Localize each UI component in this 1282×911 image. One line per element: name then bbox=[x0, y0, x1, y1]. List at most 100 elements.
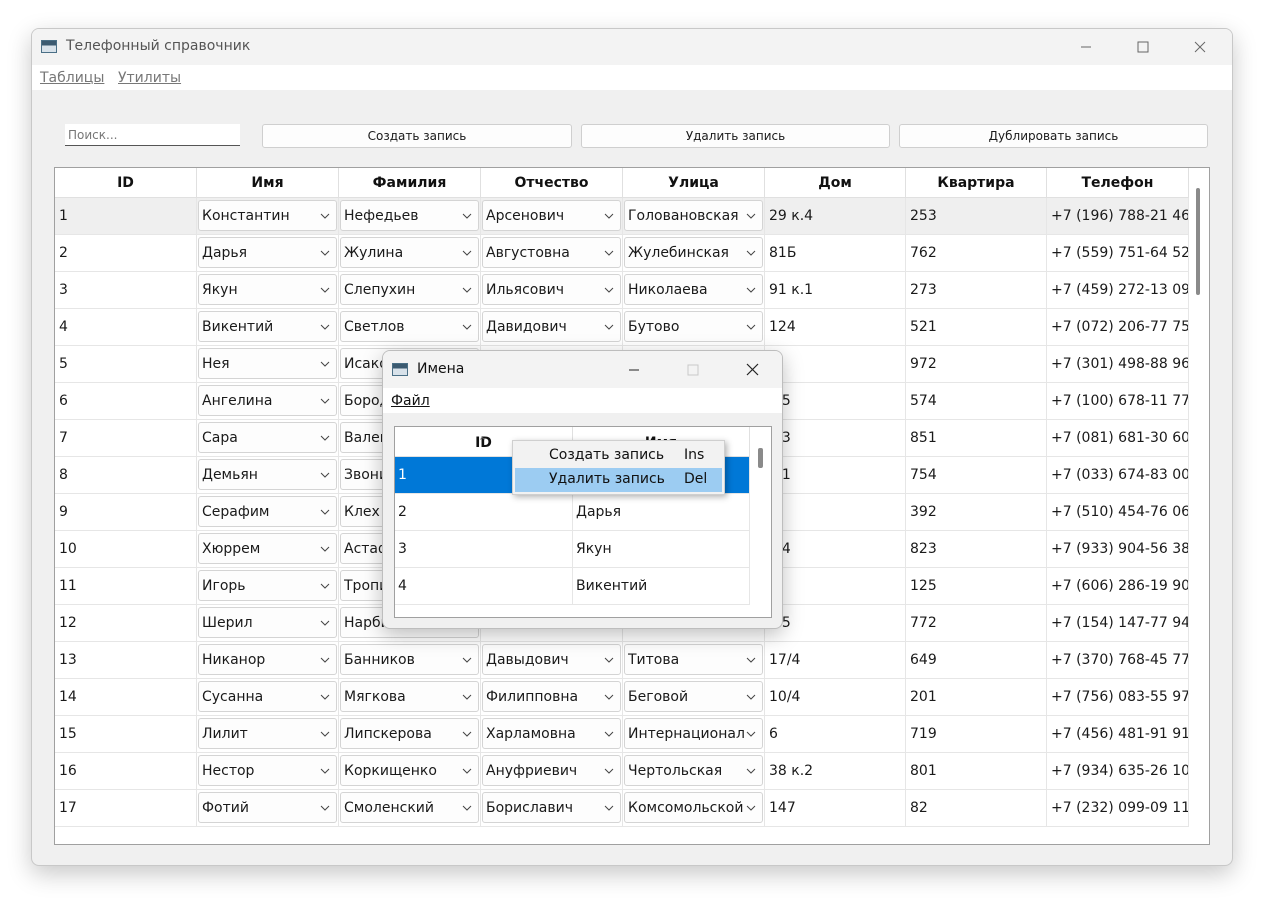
dialog-minimize-button[interactable] bbox=[611, 351, 657, 388]
street-cell[interactable]: Голованoвская bbox=[623, 198, 765, 235]
combo-box[interactable]: Серафим bbox=[198, 496, 337, 527]
id-cell[interactable]: 3 bbox=[55, 272, 197, 309]
combo-box[interactable]: Чертольская bbox=[624, 755, 763, 786]
combo-box[interactable]: Филипповна bbox=[482, 681, 621, 712]
first-name-cell[interactable]: Ангелина bbox=[197, 383, 339, 420]
house-cell[interactable]: /1 bbox=[765, 568, 906, 605]
patronymic-cell[interactable]: Ануфриевич bbox=[481, 753, 623, 790]
phone-cell[interactable]: +7 (510) 454-76 06 bbox=[1047, 494, 1189, 531]
first-name-cell[interactable]: Нестор bbox=[197, 753, 339, 790]
house-cell[interactable]: 38 к.2 bbox=[765, 753, 906, 790]
house-cell[interactable]: к.5 bbox=[765, 605, 906, 642]
column-header-patronymic[interactable]: Отчество bbox=[481, 168, 623, 198]
id-cell[interactable]: 2 bbox=[55, 235, 197, 272]
maximize-button[interactable] bbox=[1120, 29, 1166, 65]
combo-box[interactable]: Ангелина bbox=[198, 385, 337, 416]
combo-box[interactable]: Липскерова bbox=[340, 718, 479, 749]
first-name-cell[interactable]: Якун bbox=[197, 272, 339, 309]
street-cell[interactable]: Интернационал bbox=[623, 716, 765, 753]
combo-box[interactable]: Светлов bbox=[340, 311, 479, 342]
apartment-cell[interactable]: 719 bbox=[906, 716, 1047, 753]
combo-box[interactable]: Голованoвская bbox=[624, 200, 763, 231]
patronymic-cell[interactable]: Давыдович bbox=[481, 642, 623, 679]
combo-box[interactable]: Интернационал bbox=[624, 718, 763, 749]
house-cell[interactable]: к.3 bbox=[765, 420, 906, 457]
patronymic-cell[interactable]: Августовна bbox=[481, 235, 623, 272]
first-name-cell[interactable]: Сусанна bbox=[197, 679, 339, 716]
column-header-first-name[interactable]: Имя bbox=[197, 168, 339, 198]
combo-box[interactable]: Сусанна bbox=[198, 681, 337, 712]
id-cell[interactable]: 16 bbox=[55, 753, 197, 790]
title-bar[interactable]: Телефонный справочник bbox=[32, 29, 1232, 65]
combo-box[interactable]: Смоленский bbox=[340, 792, 479, 823]
combo-box[interactable]: Никанор bbox=[198, 644, 337, 675]
combo-box[interactable]: Бутово bbox=[624, 311, 763, 342]
last-name-cell[interactable]: Смоленский bbox=[339, 790, 481, 827]
apartment-cell[interactable]: 125 bbox=[906, 568, 1047, 605]
combo-box[interactable]: Харламовна bbox=[482, 718, 621, 749]
id-cell[interactable]: 17 bbox=[55, 790, 197, 827]
combo-box[interactable]: Жулебинская bbox=[624, 237, 763, 268]
house-cell[interactable]: к.1 bbox=[765, 457, 906, 494]
last-name-cell[interactable]: Липскерова bbox=[339, 716, 481, 753]
apartment-cell[interactable]: 972 bbox=[906, 346, 1047, 383]
menu-tables[interactable]: Таблицы bbox=[40, 70, 104, 86]
apartment-cell[interactable]: 762 bbox=[906, 235, 1047, 272]
column-header-last-name[interactable]: Фамилия bbox=[339, 168, 481, 198]
id-cell[interactable]: 11 bbox=[55, 568, 197, 605]
column-header-house[interactable]: Дом bbox=[765, 168, 906, 198]
first-name-cell[interactable]: Фотий bbox=[197, 790, 339, 827]
column-header-phone[interactable]: Телефон bbox=[1047, 168, 1189, 198]
combo-box[interactable]: Нестор bbox=[198, 755, 337, 786]
street-cell[interactable]: Бутово bbox=[623, 309, 765, 346]
combo-box[interactable]: Игорь bbox=[198, 570, 337, 601]
scrollbar-thumb[interactable] bbox=[758, 448, 763, 468]
id-cell[interactable]: 4 bbox=[55, 309, 197, 346]
first-name-cell[interactable]: Демьян bbox=[197, 457, 339, 494]
first-name-cell[interactable]: Игорь bbox=[197, 568, 339, 605]
street-cell[interactable]: Титова bbox=[623, 642, 765, 679]
street-cell[interactable]: Комсомольской bbox=[623, 790, 765, 827]
combo-box[interactable]: Шерил bbox=[198, 607, 337, 638]
patronymic-cell[interactable]: Бориславич bbox=[481, 790, 623, 827]
id-cell[interactable]: 4 bbox=[395, 568, 573, 605]
street-cell[interactable]: Чертольская bbox=[623, 753, 765, 790]
combo-box[interactable]: Николаева bbox=[624, 274, 763, 305]
combo-box[interactable]: Ануфриевич bbox=[482, 755, 621, 786]
id-cell[interactable]: 2 bbox=[395, 494, 573, 531]
combo-box[interactable]: Сара bbox=[198, 422, 337, 453]
id-cell[interactable]: 9 bbox=[55, 494, 197, 531]
close-button[interactable] bbox=[1177, 29, 1223, 65]
house-cell[interactable]: 17/4 bbox=[765, 642, 906, 679]
house-cell[interactable]: к.4 bbox=[765, 531, 906, 568]
house-cell[interactable]: 10/4 bbox=[765, 679, 906, 716]
apartment-cell[interactable]: 392 bbox=[906, 494, 1047, 531]
phone-cell[interactable]: +7 (934) 635-26 10 bbox=[1047, 753, 1189, 790]
patronymic-cell[interactable]: Харламовна bbox=[481, 716, 623, 753]
last-name-cell[interactable]: Слепухин bbox=[339, 272, 481, 309]
last-name-cell[interactable]: Коркищенко bbox=[339, 753, 481, 790]
patronymic-cell[interactable]: Арсенович bbox=[481, 198, 623, 235]
id-cell[interactable]: 6 bbox=[55, 383, 197, 420]
apartment-cell[interactable]: 851 bbox=[906, 420, 1047, 457]
first-name-cell[interactable]: Дарья bbox=[197, 235, 339, 272]
combo-box[interactable]: Фотий bbox=[198, 792, 337, 823]
phone-cell[interactable]: +7 (606) 286-19 90 bbox=[1047, 568, 1189, 605]
house-cell[interactable]: 91 к.1 bbox=[765, 272, 906, 309]
context-menu-create[interactable]: Создать запись Ins bbox=[515, 444, 722, 468]
id-cell[interactable]: 12 bbox=[55, 605, 197, 642]
vertical-scrollbar[interactable] bbox=[1193, 182, 1201, 842]
first-name-cell[interactable]: Сара bbox=[197, 420, 339, 457]
first-name-cell[interactable]: Хюррем bbox=[197, 531, 339, 568]
house-cell[interactable]: /8 bbox=[765, 346, 906, 383]
combo-box[interactable]: Константин bbox=[198, 200, 337, 231]
phone-cell[interactable]: +7 (301) 498-88 96 bbox=[1047, 346, 1189, 383]
apartment-cell[interactable]: 82 bbox=[906, 790, 1047, 827]
house-cell[interactable]: 124 bbox=[765, 309, 906, 346]
street-cell[interactable]: Беговой bbox=[623, 679, 765, 716]
apartment-cell[interactable]: 649 bbox=[906, 642, 1047, 679]
first-name-cell[interactable]: Шерил bbox=[197, 605, 339, 642]
combo-box[interactable]: Хюррем bbox=[198, 533, 337, 564]
apartment-cell[interactable]: 801 bbox=[906, 753, 1047, 790]
minimize-button[interactable] bbox=[1063, 29, 1109, 65]
